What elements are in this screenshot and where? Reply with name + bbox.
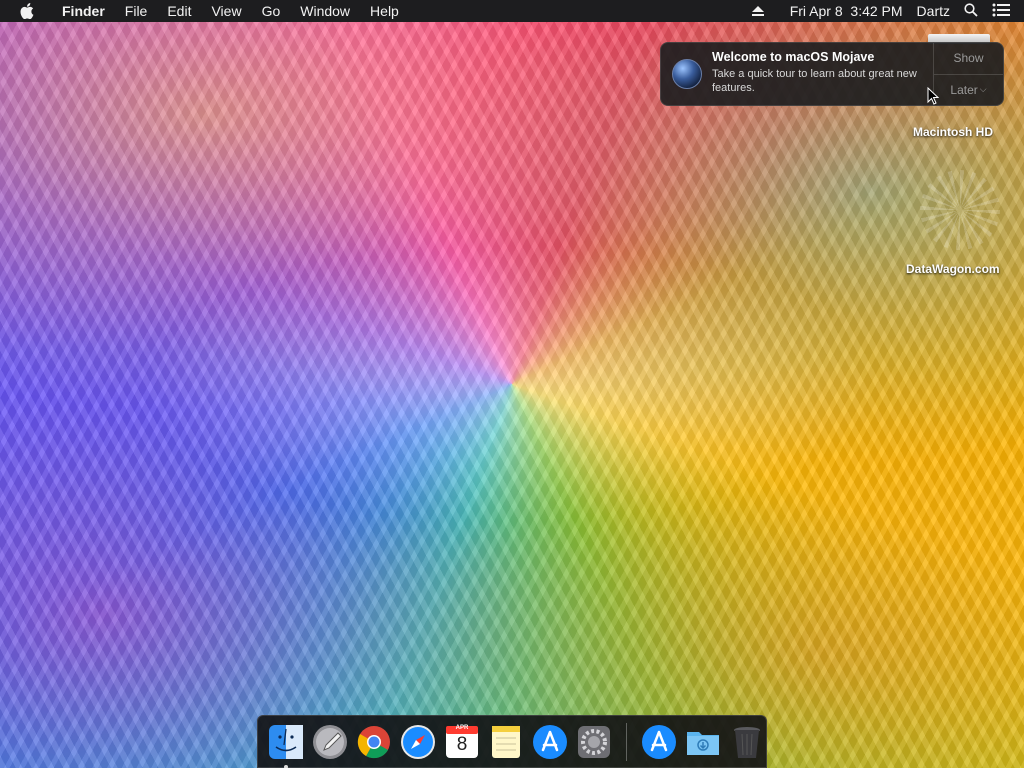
menu-go[interactable]: Go <box>252 0 291 22</box>
dock-launchpad[interactable] <box>311 723 349 761</box>
notification-text: Take a quick tour to learn about great n… <box>712 68 917 94</box>
dock-app-store-download[interactable] <box>640 723 678 761</box>
downloads-folder-icon <box>687 731 719 755</box>
apple-icon[interactable] <box>18 2 36 20</box>
user-menu[interactable]: Dartz <box>917 3 950 19</box>
menu-edit[interactable]: Edit <box>157 0 201 22</box>
app-store-icon <box>533 724 567 759</box>
watermark-logo <box>920 170 1000 250</box>
menu-help[interactable]: Help <box>360 0 409 22</box>
mouse-pointer-icon <box>927 87 939 105</box>
eject-icon[interactable] <box>751 3 764 19</box>
notification-title: Welcome to macOS Mojave <box>712 50 875 64</box>
show-button[interactable]: Show <box>934 43 1003 74</box>
dock-app-store[interactable] <box>531 723 569 761</box>
running-indicator <box>284 764 288 768</box>
chrome-icon <box>357 725 390 758</box>
spotlight-search-icon[interactable] <box>964 2 978 20</box>
notes-icon <box>492 725 520 758</box>
dock-finder[interactable] <box>267 723 305 768</box>
notification-actions: Show Later ⌵ <box>933 43 1003 105</box>
dock: APR 8 <box>257 715 767 768</box>
status-area: Fri Apr 8 3:42 PM Dartz <box>738 0 1024 22</box>
app-store-icon <box>642 724 676 759</box>
mojave-icon <box>672 59 702 89</box>
dock-trash[interactable] <box>728 723 766 761</box>
later-button[interactable]: Later ⌵ <box>934 73 1003 106</box>
notification-center-icon[interactable] <box>992 3 1010 20</box>
desktop-wallpaper <box>0 0 1024 768</box>
dock-safari[interactable] <box>399 723 437 761</box>
notification-body: Welcome to macOS Mojave Take a quick tou… <box>712 43 933 105</box>
dock-system-preferences[interactable] <box>575 723 613 761</box>
finder-icon <box>269 724 303 759</box>
welcome-notification[interactable]: Welcome to macOS Mojave Take a quick tou… <box>660 42 1004 106</box>
dock-separator <box>626 722 627 761</box>
launchpad-rocket-icon <box>313 724 347 759</box>
dock-downloads-folder[interactable] <box>684 723 722 761</box>
chevron-down-icon: ⌵ <box>979 84 987 95</box>
menu-finder[interactable]: Finder <box>52 0 115 22</box>
later-label: Later <box>950 82 978 97</box>
trash-icon <box>734 726 760 758</box>
menu-view[interactable]: View <box>201 0 251 22</box>
calendar-month: APR <box>455 724 469 731</box>
clock[interactable]: Fri Apr 8 3:42 PM <box>790 3 903 19</box>
menu-file[interactable]: File <box>115 0 158 22</box>
dock-notes[interactable] <box>487 723 525 761</box>
macintosh-hd-label[interactable]: Macintosh HD <box>913 125 993 139</box>
menu-bar: Finder File Edit View Go Window Help Fri… <box>0 0 1024 22</box>
dock-chrome[interactable] <box>355 723 393 761</box>
calendar-day: 8 <box>456 733 468 755</box>
gear-icon <box>578 725 610 758</box>
menu-window[interactable]: Window <box>290 0 360 22</box>
dock-calendar[interactable]: APR 8 <box>443 723 481 761</box>
watermark-text: DataWagon.com <box>906 262 1000 276</box>
safari-compass-icon <box>401 724 435 759</box>
